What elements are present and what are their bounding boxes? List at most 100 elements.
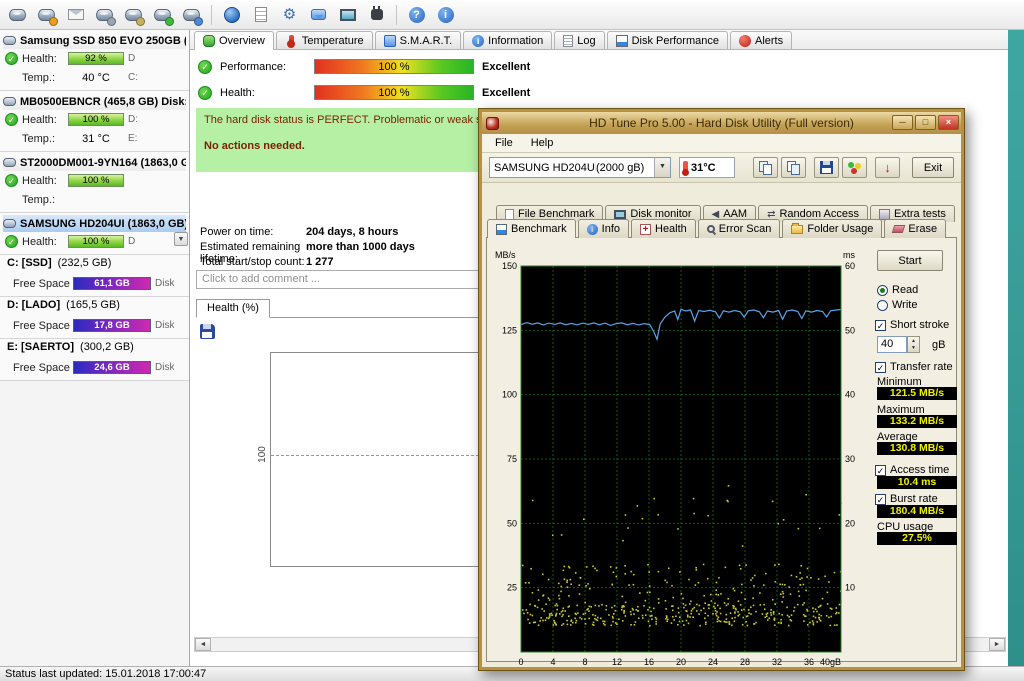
power-icon[interactable] xyxy=(363,2,390,28)
volume-item[interactable]: E: [SAERTO] (300,2 GB) Free Space 24,6 G… xyxy=(0,339,189,381)
exit-button[interactable]: Exit xyxy=(912,157,954,178)
hdd-add-icon[interactable] xyxy=(149,2,176,28)
disk-item[interactable]: ST2000DM001-9YN164 (1863,0 G ✓ Health: 1… xyxy=(0,152,189,213)
stroke-size-input[interactable]: 40 xyxy=(877,336,907,353)
svg-text:ms: ms xyxy=(843,250,855,260)
volume-item[interactable]: D: [LADO] (165,5 GB) Free Space 17,8 GB … xyxy=(0,297,189,339)
dropdown-arrow-icon[interactable]: ▼ xyxy=(654,158,670,177)
tab-alerts[interactable]: Alerts xyxy=(730,31,792,49)
log-page-icon xyxy=(563,35,573,47)
about-info-icon[interactable]: i xyxy=(432,2,459,28)
page-glyph xyxy=(763,164,772,175)
access-time-value: 10.4 ms xyxy=(877,476,957,489)
info-glyph: i xyxy=(438,7,454,23)
health-chart-tab[interactable]: Health (%) xyxy=(196,299,270,318)
ok-check-icon: ✓ xyxy=(198,86,212,100)
burst-rate-row[interactable]: ✓ Burst rate xyxy=(875,493,938,505)
close-button[interactable]: × xyxy=(938,115,959,130)
download-update-button[interactable]: ↓ xyxy=(875,157,900,178)
tab-erase[interactable]: Erase xyxy=(884,219,946,238)
globe-glyph xyxy=(224,7,240,23)
menu-file[interactable]: File xyxy=(486,135,522,151)
copy-screenshot-button[interactable] xyxy=(753,157,778,178)
speaker-icon: ◀ xyxy=(712,209,720,220)
write-radio-row[interactable]: Write xyxy=(877,299,917,311)
tab-error-scan[interactable]: Error Scan xyxy=(698,219,781,238)
tab-health[interactable]: +Health xyxy=(631,219,696,238)
radio-write[interactable] xyxy=(877,300,888,311)
checkbox-short-stroke[interactable]: ✓ xyxy=(875,320,886,331)
copy-clipboard-button[interactable] xyxy=(781,157,806,178)
disk-name-label: Samsung SSD 850 EVO 250GB (2 xyxy=(20,35,186,47)
health-cross-icon: + xyxy=(640,224,651,235)
help-icon[interactable]: ? xyxy=(403,2,430,28)
main-toolbar: ⚙ ? i xyxy=(0,0,1024,30)
radio-read[interactable] xyxy=(877,285,888,296)
tab-log[interactable]: Log xyxy=(554,31,604,49)
repair-badge xyxy=(136,17,145,26)
tab-overview[interactable]: Overview xyxy=(194,31,274,50)
hdd-repair-icon[interactable] xyxy=(120,2,147,28)
access-time-row[interactable]: ✓ Access time xyxy=(875,464,949,476)
checkbox-burst-rate[interactable]: ✓ xyxy=(875,494,886,505)
settings-gear-icon[interactable]: ⚙ xyxy=(276,2,303,28)
scroll-left-button[interactable]: ◄ xyxy=(195,638,211,651)
tab-smart[interactable]: S.M.A.R.T. xyxy=(375,31,462,49)
start-button[interactable]: Start xyxy=(877,250,943,271)
color-options-button[interactable] xyxy=(842,157,867,178)
disk-temp-row: Temp.: 31 °C E: xyxy=(3,129,186,148)
checkbox-transfer-rate[interactable]: ✓ xyxy=(875,362,886,373)
disk-item-selected[interactable]: SAMSUNG HD204UI (1863,0 GB) ✓ Health: 10… xyxy=(0,213,189,255)
spin-up-icon[interactable]: ▲ xyxy=(911,338,916,345)
tab-info[interactable]: iInfo xyxy=(578,219,629,238)
tab-benchmark[interactable]: Benchmark xyxy=(487,219,576,238)
stroke-size-stepper[interactable]: ▲▼ xyxy=(907,336,920,353)
read-radio-row[interactable]: Read xyxy=(877,284,918,296)
transfer-rate-row[interactable]: ✓ Transfer rate xyxy=(875,361,953,373)
monitor-chart-icon[interactable] xyxy=(334,2,361,28)
hdd-search-icon[interactable] xyxy=(178,2,205,28)
benchmark-controls: Start Read Write ✓ Short stroke 40 xyxy=(875,238,963,661)
short-stroke-row[interactable]: ✓ Short stroke xyxy=(875,319,949,331)
temperature-indicator: 31°C xyxy=(679,157,735,178)
checkbox-access-time[interactable]: ✓ xyxy=(875,465,886,476)
sidebar-scroll-down-button[interactable]: ▼ xyxy=(174,232,188,246)
hdtune-titlebar[interactable]: HD Tune Pro 5.00 - Hard Disk Utility (Fu… xyxy=(482,112,961,134)
health-label: Health: xyxy=(22,236,64,248)
save-button[interactable] xyxy=(814,157,839,178)
tab-label: Temperature xyxy=(302,35,364,47)
tab-temperature[interactable]: Temperature xyxy=(276,31,373,49)
report-doc-icon[interactable] xyxy=(247,2,274,28)
info-icon: i xyxy=(587,224,598,235)
tab-folder-usage[interactable]: Folder Usage xyxy=(782,219,882,238)
disk-item[interactable]: MB0500EBNCR (465,8 GB) Disk: ✓ Health: 1… xyxy=(0,91,189,152)
save-chart-icon[interactable] xyxy=(200,324,215,339)
volume-name: C: [SSD] xyxy=(7,257,52,269)
hdd-wrench-icon[interactable] xyxy=(91,2,118,28)
tab-information[interactable]: iInformation xyxy=(463,31,552,49)
disk-item[interactable]: Samsung SSD 850 EVO 250GB (2 ✓ Health: 9… xyxy=(0,30,189,91)
free-space-label: Free Space xyxy=(13,278,69,290)
minimize-button[interactable]: ─ xyxy=(892,115,913,130)
svg-text:MB/s: MB/s xyxy=(495,250,516,260)
volume-item[interactable]: C: [SSD] (232,5 GB) Free Space 61,1 GB D… xyxy=(0,255,189,297)
hdd-icon[interactable] xyxy=(4,2,31,28)
scroll-right-button[interactable]: ► xyxy=(989,638,1005,651)
chat-bubble-icon[interactable] xyxy=(305,2,332,28)
temp-label: Temp.: xyxy=(22,194,64,206)
mail-report-icon[interactable] xyxy=(62,2,89,28)
hdtune-app-icon xyxy=(486,117,499,130)
download-arrow-icon: ↓ xyxy=(884,160,891,175)
hdd-home-icon[interactable] xyxy=(33,2,60,28)
hdtune-window: HD Tune Pro 5.00 - Hard Disk Utility (Fu… xyxy=(478,108,965,671)
internet-globe-icon[interactable] xyxy=(218,2,245,28)
stat-value: 204 days, 8 hours xyxy=(306,226,398,238)
tab-disk-performance[interactable]: Disk Performance xyxy=(607,31,728,49)
drive-select[interactable]: SAMSUNG HD204UI (2000 gB) ▼ xyxy=(489,157,671,178)
maximize-button[interactable]: □ xyxy=(915,115,936,130)
spin-down-icon[interactable]: ▼ xyxy=(911,345,916,352)
disk-name-label: MB0500EBNCR (465,8 GB) Disk: xyxy=(20,96,186,108)
menu-help[interactable]: Help xyxy=(522,135,563,151)
volume-name: E: [SAERTO] xyxy=(7,341,74,353)
tab-label: Erase xyxy=(908,223,937,235)
